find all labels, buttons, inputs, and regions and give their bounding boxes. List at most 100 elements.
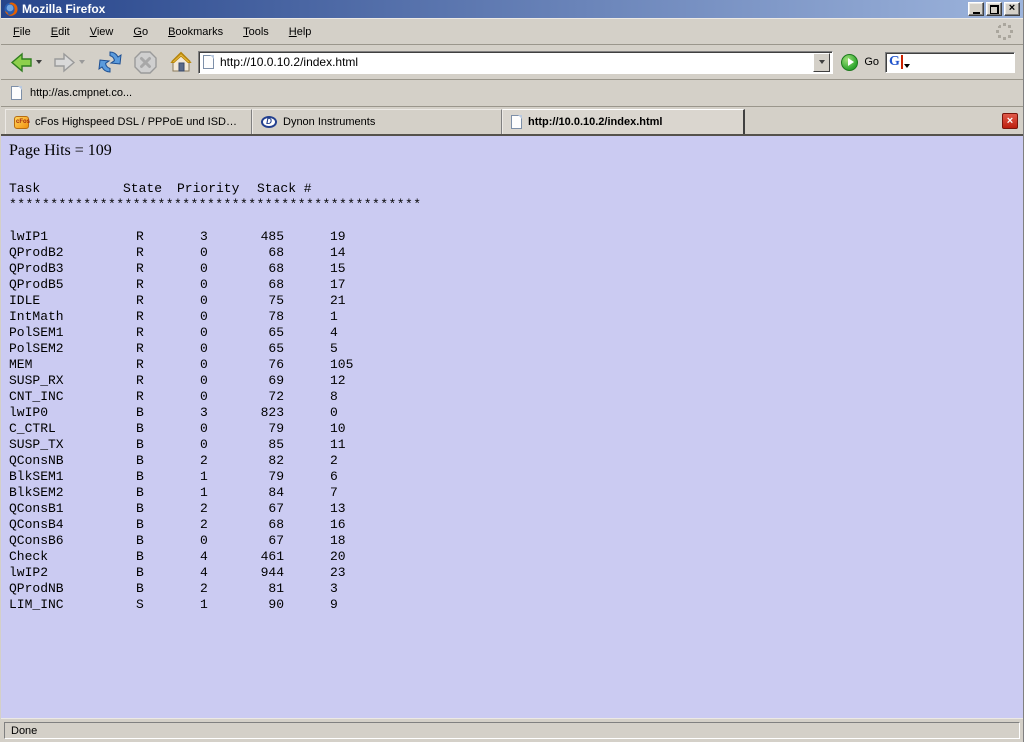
cell-stack: 79 xyxy=(209,469,284,485)
cell-state: B xyxy=(136,565,144,581)
cell-number: 12 xyxy=(330,373,346,389)
restore-icon xyxy=(990,5,999,14)
cell-stack: 85 xyxy=(209,437,284,453)
cell-stack: 485 xyxy=(209,229,284,245)
cell-number: 13 xyxy=(330,501,346,517)
cell-state: R xyxy=(136,373,144,389)
cell-task: CNT_INC xyxy=(9,389,64,405)
cell-stack: 68 xyxy=(209,245,284,261)
cell-stack: 84 xyxy=(209,485,284,501)
forward-dropdown-icon[interactable] xyxy=(79,60,85,64)
cell-number: 7 xyxy=(330,485,338,501)
table-row: Check B 4 461 20 xyxy=(9,549,1015,565)
cell-task: PolSEM2 xyxy=(9,341,64,357)
title-bar: Mozilla Firefox × xyxy=(1,0,1023,18)
bookmark-page-icon xyxy=(11,86,22,100)
home-button[interactable] xyxy=(168,49,194,75)
cell-priority: 2 xyxy=(200,501,208,517)
tab-close-button[interactable]: × xyxy=(1002,113,1018,129)
cell-number: 19 xyxy=(330,229,346,245)
tab-2[interactable]: D Dynon Instruments xyxy=(252,109,502,134)
header-state: State xyxy=(123,181,162,197)
cell-task: QConsB1 xyxy=(9,501,64,517)
restore-button[interactable] xyxy=(986,2,1002,16)
cell-priority: 0 xyxy=(200,261,208,277)
blank-line xyxy=(9,213,1015,229)
table-row: BlkSEM2 B 1 84 7 xyxy=(9,485,1015,501)
cell-task: PolSEM1 xyxy=(9,325,64,341)
google-icon: G xyxy=(889,55,903,69)
back-arrow-icon xyxy=(9,50,34,75)
go-icon xyxy=(841,54,858,71)
cell-stack: 67 xyxy=(209,533,284,549)
menu-tools[interactable]: Tools xyxy=(233,23,279,41)
cell-task: QProdB3 xyxy=(9,261,64,277)
tab-1[interactable]: cFos Highspeed DSL / PPPoE und ISDN CAP.… xyxy=(5,109,252,134)
firefox-icon xyxy=(4,2,18,16)
cell-state: B xyxy=(136,581,144,597)
stop-button[interactable] xyxy=(133,50,158,75)
menu-edit[interactable]: Edit xyxy=(41,23,80,41)
header-task: Task xyxy=(9,181,40,197)
header-stack: Stack # xyxy=(257,181,312,197)
cell-priority: 1 xyxy=(200,469,208,485)
cell-state: R xyxy=(136,309,144,325)
reload-icon xyxy=(97,49,123,75)
navigation-toolbar: http://10.0.10.2/index.html Go G xyxy=(1,45,1023,80)
page-icon xyxy=(511,115,522,129)
menu-file[interactable]: File xyxy=(3,23,41,41)
cell-state: R xyxy=(136,325,144,341)
cell-state: R xyxy=(136,357,144,373)
table-row: IDLE R 0 75 21 xyxy=(9,293,1015,309)
table-row: PolSEM2 R 0 65 5 xyxy=(9,341,1015,357)
cell-number: 21 xyxy=(330,293,346,309)
url-dropdown-button[interactable] xyxy=(813,53,830,72)
close-button[interactable]: × xyxy=(1004,2,1020,16)
bookmark-item[interactable]: http://as.cmpnet.co... xyxy=(11,86,132,100)
url-bar[interactable]: http://10.0.10.2/index.html xyxy=(198,51,833,74)
menu-view[interactable]: View xyxy=(80,23,124,41)
minimize-button[interactable] xyxy=(968,2,984,16)
back-dropdown-icon[interactable] xyxy=(36,60,42,64)
status-panel: Done xyxy=(4,722,1020,739)
tab-3-active[interactable]: http://10.0.10.2/index.html xyxy=(502,109,745,134)
table-row: IntMath R 0 78 1 xyxy=(9,309,1015,325)
menu-go[interactable]: Go xyxy=(123,23,158,41)
cell-stack: 68 xyxy=(209,517,284,533)
menu-help[interactable]: Help xyxy=(279,23,322,41)
cell-task: C_CTRL xyxy=(9,421,56,437)
cell-task: IDLE xyxy=(9,293,40,309)
forward-arrow-icon xyxy=(52,50,77,75)
cell-stack: 82 xyxy=(209,453,284,469)
cell-priority: 2 xyxy=(200,517,208,533)
cell-priority: 0 xyxy=(200,421,208,437)
cell-stack: 75 xyxy=(209,293,284,309)
search-engine-dropdown-icon[interactable] xyxy=(904,64,910,68)
table-row: SUSP_TX B 0 85 11 xyxy=(9,437,1015,453)
stop-icon xyxy=(133,50,158,75)
cell-priority: 0 xyxy=(200,533,208,549)
forward-button[interactable] xyxy=(52,50,77,75)
cell-state: B xyxy=(136,517,144,533)
cell-stack: 69 xyxy=(209,373,284,389)
cell-priority: 1 xyxy=(200,597,208,613)
cell-state: B xyxy=(136,549,144,565)
menu-bookmarks[interactable]: Bookmarks xyxy=(158,23,233,41)
reload-button[interactable] xyxy=(97,49,123,75)
cell-state: S xyxy=(136,597,144,613)
table-row: QProdB3 R 0 68 15 xyxy=(9,261,1015,277)
page-hits-text: Page Hits = 109 xyxy=(9,142,1015,160)
cell-priority: 1 xyxy=(200,485,208,501)
table-row: PolSEM1 R 0 65 4 xyxy=(9,325,1015,341)
cell-number: 1 xyxy=(330,309,338,325)
url-input[interactable]: http://10.0.10.2/index.html xyxy=(220,55,813,69)
cell-stack: 76 xyxy=(209,357,284,373)
search-input[interactable]: G xyxy=(885,52,1015,73)
cell-state: R xyxy=(136,277,144,293)
cell-priority: 3 xyxy=(200,229,208,245)
go-button[interactable]: Go xyxy=(841,54,879,71)
back-button[interactable] xyxy=(9,50,34,75)
table-row: CNT_INC R 0 72 8 xyxy=(9,389,1015,405)
cell-number: 9 xyxy=(330,597,338,613)
cell-stack: 823 xyxy=(209,405,284,421)
